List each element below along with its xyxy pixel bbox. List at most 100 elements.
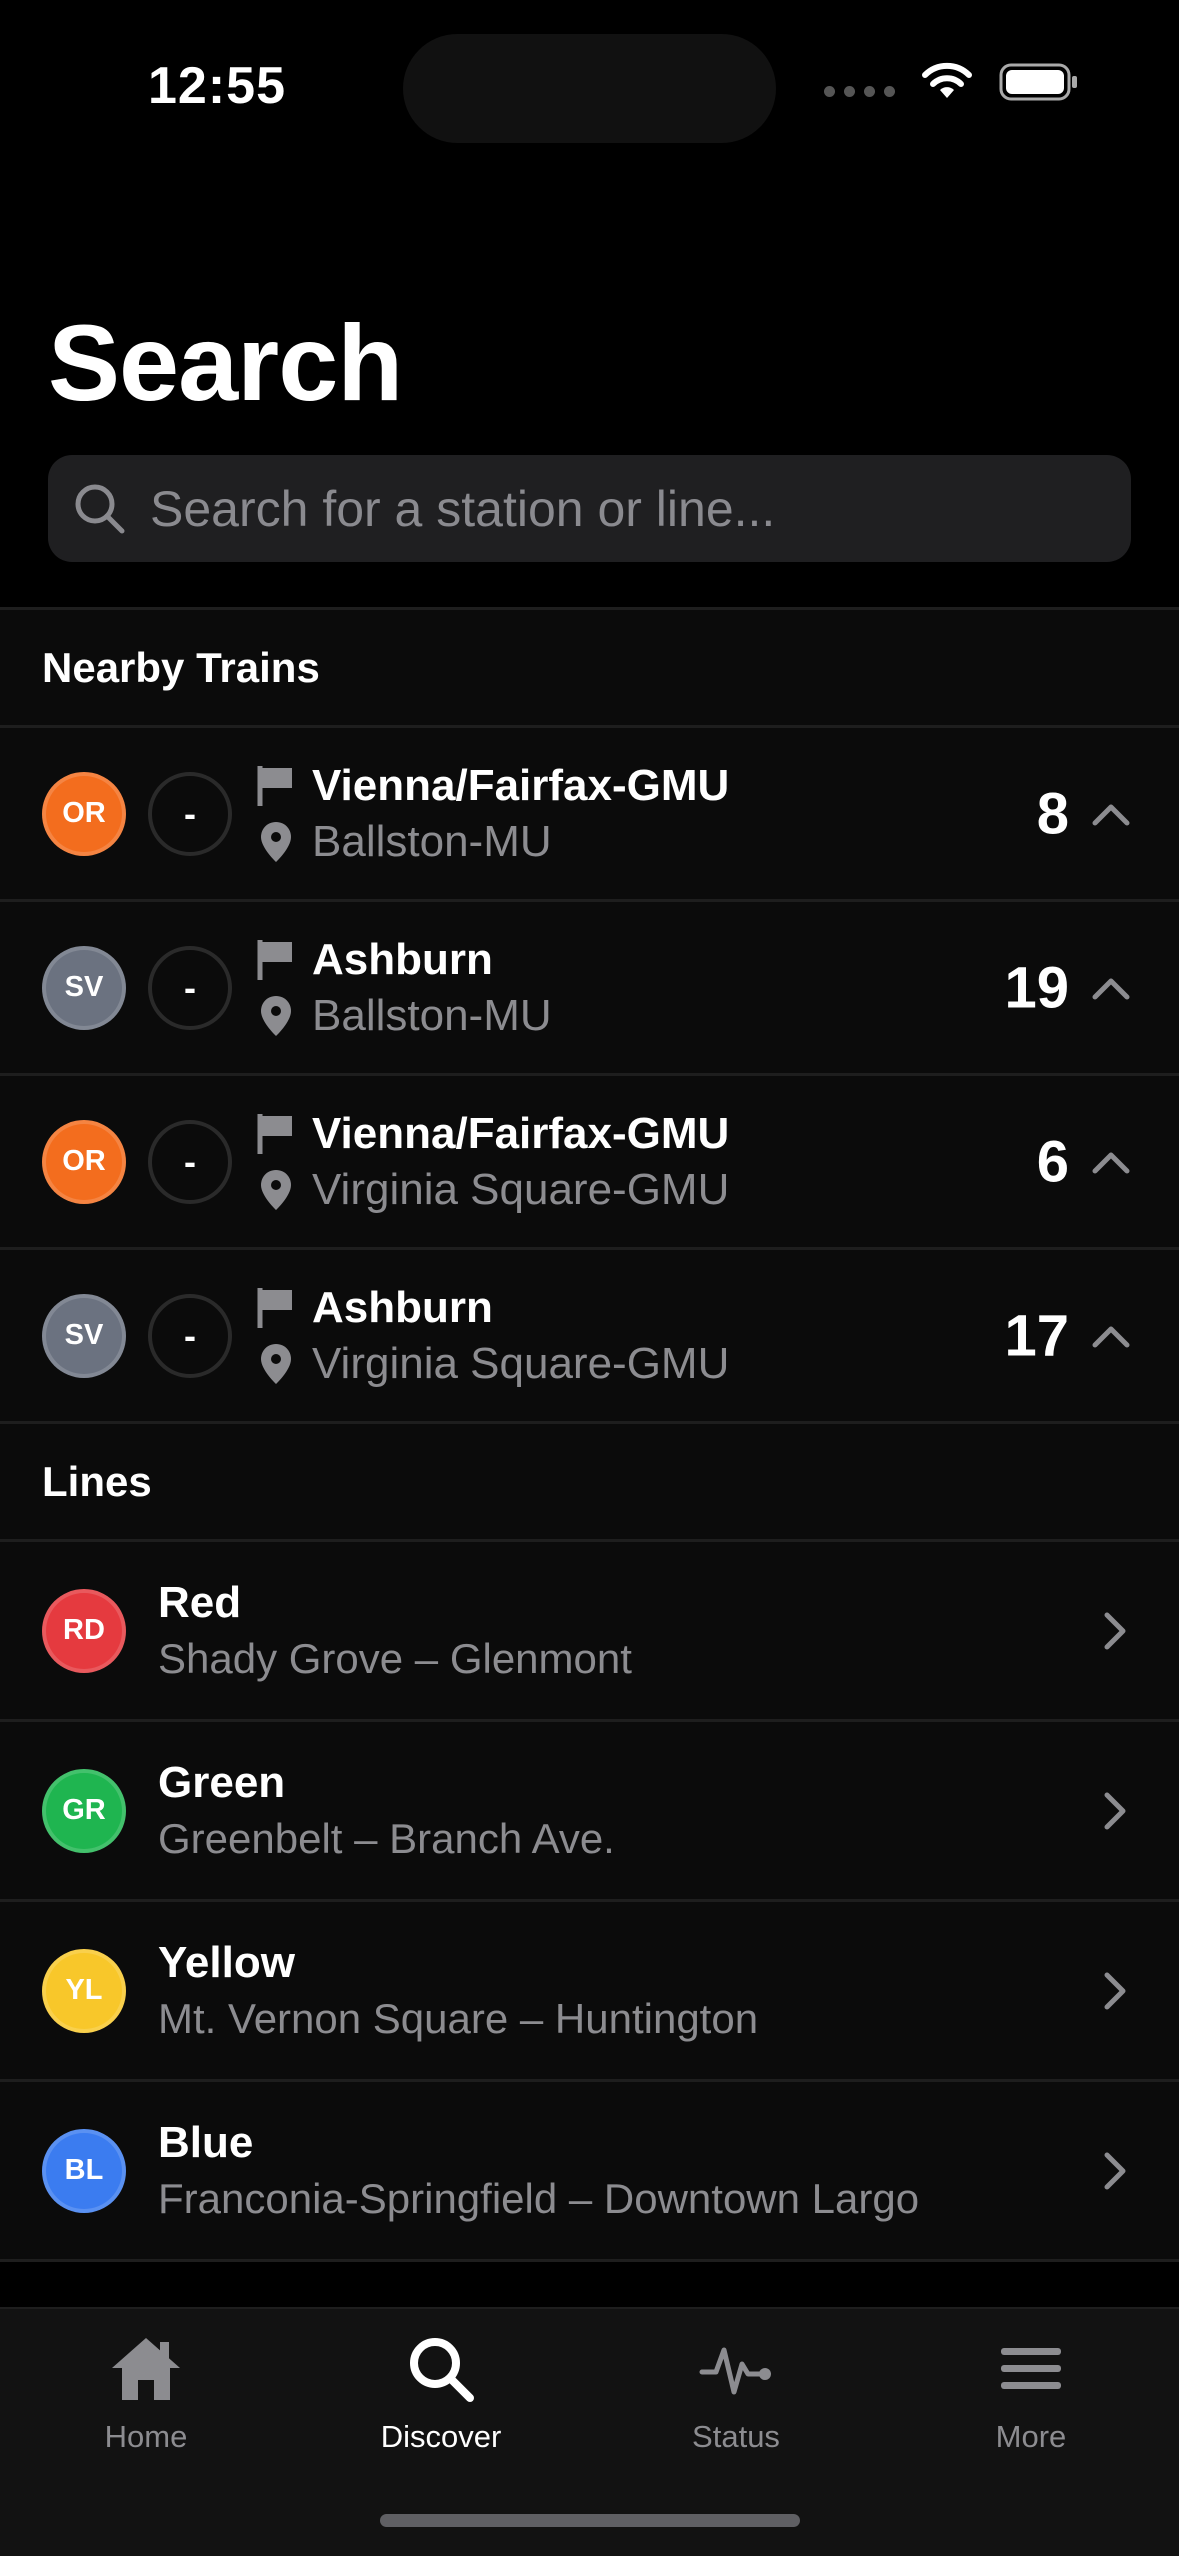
train-row[interactable]: OR - Vienna/Fairfax-GMU Ballston-MU 8 xyxy=(0,728,1179,899)
train-row[interactable]: OR - Vienna/Fairfax-GMU Virginia Square-… xyxy=(0,1076,1179,1247)
location-line: Virginia Square-GMU xyxy=(254,1165,729,1215)
tab-label: Home xyxy=(104,2419,188,2454)
tab-more[interactable]: More xyxy=(921,2329,1141,2455)
train-destination: Vienna/Fairfax-GMU xyxy=(312,1108,730,1158)
flag-icon xyxy=(254,1286,298,1330)
lines-list: RD Red Shady Grove – Glenmont GR Green G… xyxy=(0,1542,1179,2262)
magnifier-icon xyxy=(401,2329,481,2409)
train-destination: Vienna/Fairfax-GMU xyxy=(312,760,730,810)
location-pin-icon xyxy=(254,1168,298,1212)
car-count-circle: - xyxy=(148,945,232,1030)
train-row[interactable]: SV - Ashburn Ballston-MU 19 xyxy=(0,902,1179,1073)
tab-label: Discover xyxy=(380,2419,502,2454)
car-count-circle: - xyxy=(148,771,232,856)
flag-icon xyxy=(254,1112,298,1156)
nearby-trains-list: OR - Vienna/Fairfax-GMU Ballston-MU 8 SV… xyxy=(0,728,1179,1421)
line-name: Blue xyxy=(158,2117,254,2167)
arrival-minutes: 8 xyxy=(1036,781,1069,846)
train-destination: Ashburn xyxy=(312,934,493,984)
location-pin-icon xyxy=(254,1342,298,1386)
arrival-minutes: 19 xyxy=(1004,955,1069,1020)
divider xyxy=(0,2259,1179,2262)
line-info: Blue Franconia-Springfield – Downtown La… xyxy=(158,2118,919,2224)
line-route: Franconia-Springfield – Downtown Largo xyxy=(158,2174,920,2222)
line-badge: RD xyxy=(42,1588,126,1673)
arrival-minutes: 6 xyxy=(1036,1129,1069,1194)
line-row-green[interactable]: GR Green Greenbelt – Branch Ave. xyxy=(0,1722,1179,1899)
train-location: Ballston-MU xyxy=(312,990,552,1040)
tab-status[interactable]: Status xyxy=(626,2329,846,2455)
tab-label: Status xyxy=(692,2419,780,2454)
line-name: Yellow xyxy=(158,1937,295,1987)
location-pin-icon xyxy=(254,994,298,1038)
train-info: Ashburn Virginia Square-GMU xyxy=(254,1283,729,1389)
line-row-yellow[interactable]: YL Yellow Mt. Vernon Square – Huntington xyxy=(0,1902,1179,2079)
search-input[interactable] xyxy=(150,479,1050,538)
line-route: Greenbelt – Branch Ave. xyxy=(158,1814,615,1862)
search-icon xyxy=(70,479,130,539)
wifi-icon xyxy=(921,62,973,107)
chevron-right-icon xyxy=(1097,1789,1133,1833)
line-row-red[interactable]: RD Red Shady Grove – Glenmont xyxy=(0,1542,1179,1719)
car-count-circle: - xyxy=(148,1293,232,1378)
tab-label: More xyxy=(995,2419,1067,2454)
destination-line: Vienna/Fairfax-GMU xyxy=(254,1109,729,1159)
chevron-right-icon xyxy=(1097,1969,1133,2013)
status-icons xyxy=(824,62,1079,107)
train-location: Ballston-MU xyxy=(312,816,552,866)
train-row[interactable]: SV - Ashburn Virginia Square-GMU 17 xyxy=(0,1250,1179,1421)
search-bar[interactable] xyxy=(48,455,1131,562)
location-line: Ballston-MU xyxy=(254,991,552,1041)
status-time: 12:55 xyxy=(148,57,286,115)
line-badge: OR xyxy=(42,771,126,856)
flag-icon xyxy=(254,938,298,982)
section-header-lines: Lines xyxy=(42,1457,152,1505)
chevron-right-icon xyxy=(1097,2149,1133,2193)
chevron-up-icon[interactable] xyxy=(1091,1142,1131,1182)
chevron-up-icon[interactable] xyxy=(1091,968,1131,1008)
home-indicator[interactable] xyxy=(380,2514,800,2527)
line-badge: SV xyxy=(42,1293,126,1378)
line-row-blue[interactable]: BL Blue Franconia-Springfield – Downtown… xyxy=(0,2082,1179,2259)
location-pin-icon xyxy=(254,820,298,864)
line-badge: SV xyxy=(42,945,126,1030)
train-destination: Ashburn xyxy=(312,1282,493,1332)
tab-discover[interactable]: Discover xyxy=(331,2329,551,2455)
train-info: Vienna/Fairfax-GMU Virginia Square-GMU xyxy=(254,1109,729,1215)
section-header-nearby-trains: Nearby Trains xyxy=(42,643,320,691)
flag-icon xyxy=(254,764,298,808)
tab-home[interactable]: Home xyxy=(36,2329,256,2455)
car-count-circle: - xyxy=(148,1119,232,1204)
line-route: Mt. Vernon Square – Huntington xyxy=(158,1994,759,2042)
line-name: Green xyxy=(158,1757,286,1807)
train-location: Virginia Square-GMU xyxy=(312,1164,730,1214)
battery-icon xyxy=(999,62,1079,107)
train-info: Vienna/Fairfax-GMU Ballston-MU xyxy=(254,761,729,867)
line-info: Yellow Mt. Vernon Square – Huntington xyxy=(158,1938,758,2044)
line-info: Red Shady Grove – Glenmont xyxy=(158,1578,632,1684)
chevron-right-icon xyxy=(1097,1609,1133,1653)
line-badge: YL xyxy=(42,1948,126,2033)
destination-line: Ashburn xyxy=(254,935,552,985)
location-line: Virginia Square-GMU xyxy=(254,1339,729,1389)
arrival-minutes: 17 xyxy=(1004,1303,1069,1368)
train-location: Virginia Square-GMU xyxy=(312,1338,730,1388)
cellular-signal-icon xyxy=(824,86,895,97)
hamburger-menu-icon xyxy=(991,2329,1071,2409)
line-badge: GR xyxy=(42,1768,126,1853)
house-icon xyxy=(106,2329,186,2409)
location-line: Ballston-MU xyxy=(254,817,729,867)
results-list: Nearby Trains OR - Vienna/Fairfax-GMU Ba… xyxy=(0,607,1179,2262)
waveform-icon xyxy=(696,2329,776,2409)
line-name: Red xyxy=(158,1577,242,1627)
dynamic-island xyxy=(403,34,776,143)
line-info: Green Greenbelt – Branch Ave. xyxy=(158,1758,615,1864)
line-route: Shady Grove – Glenmont xyxy=(158,1634,632,1682)
train-info: Ashburn Ballston-MU xyxy=(254,935,552,1041)
line-badge: BL xyxy=(42,2128,126,2213)
chevron-up-icon[interactable] xyxy=(1091,794,1131,834)
destination-line: Vienna/Fairfax-GMU xyxy=(254,761,729,811)
page-title: Search xyxy=(48,302,403,423)
line-badge: OR xyxy=(42,1119,126,1204)
chevron-up-icon[interactable] xyxy=(1091,1316,1131,1356)
